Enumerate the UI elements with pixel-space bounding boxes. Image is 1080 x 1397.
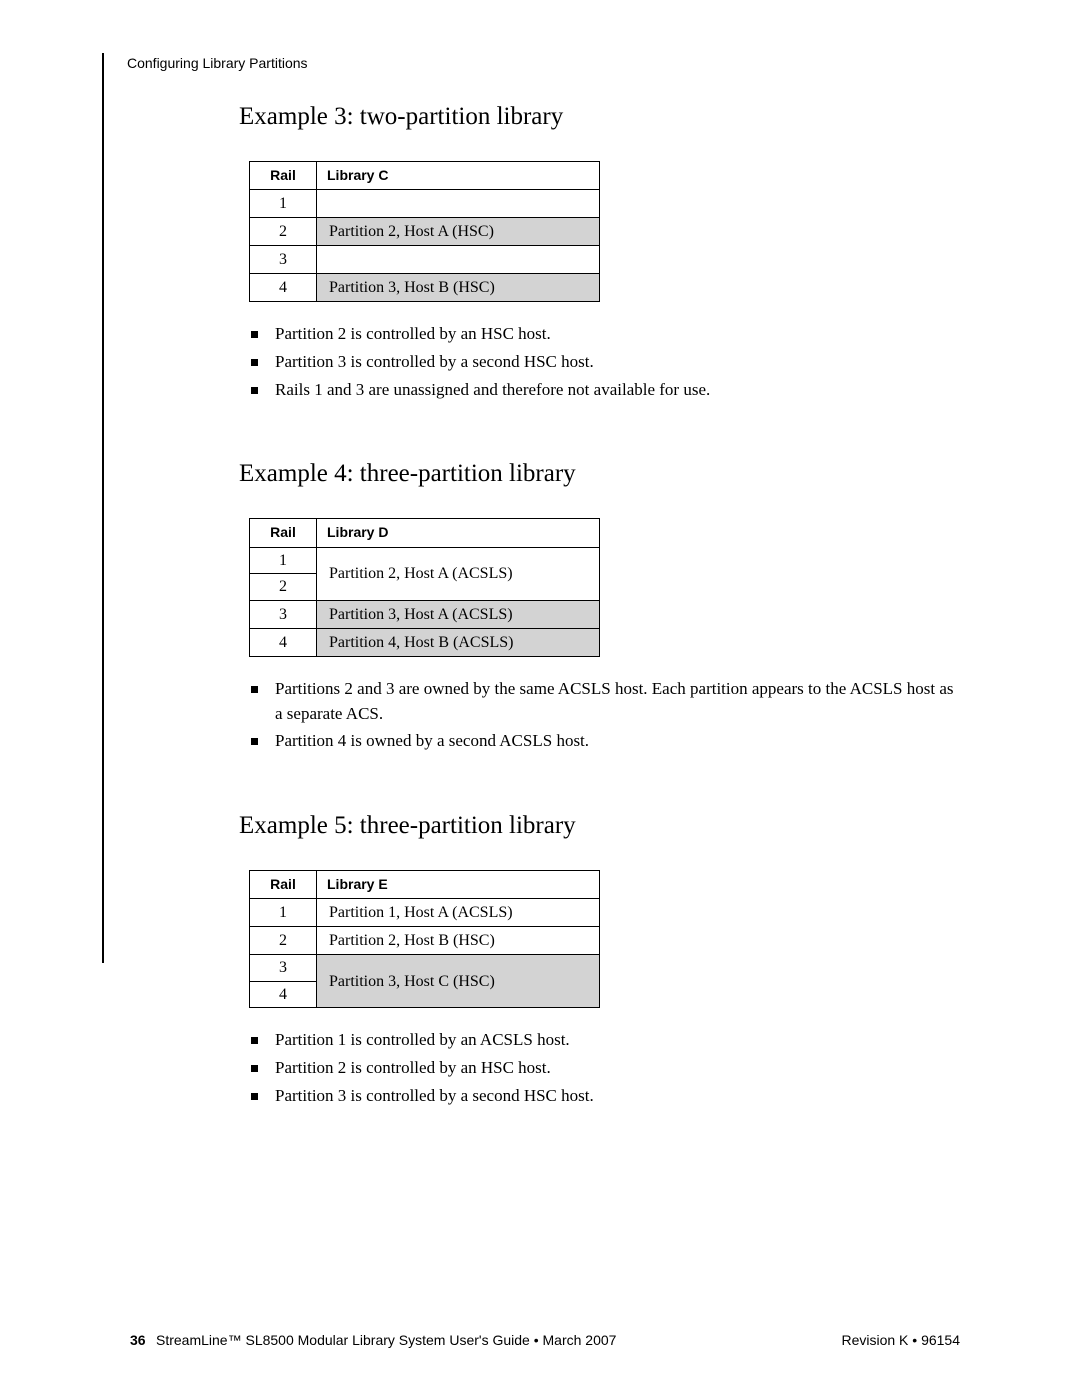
lib-cell: Partition 4, Host B (ACSLS) xyxy=(317,628,600,656)
table-library-e: Rail Library E 1 Partition 1, Host A (AC… xyxy=(249,870,600,1009)
bullet-item: Partition 4 is owned by a second ACSLS h… xyxy=(249,729,959,754)
lib-cell: Partition 3, Host C (HSC) xyxy=(317,955,600,1008)
table-library-c: Rail Library C 1 2 Partition 2, Host A (… xyxy=(249,161,600,302)
section-example-5: Example 5: three-partition library Rail … xyxy=(239,812,959,1109)
content-area: Example 3: two-partition library Rail Li… xyxy=(239,103,959,1111)
page: Configuring Library Partitions Example 3… xyxy=(0,0,1080,1397)
rail-cell: 4 xyxy=(250,981,317,1008)
th-library: Library E xyxy=(317,870,600,898)
th-rail: Rail xyxy=(250,870,317,898)
lib-cell: Partition 3, Host B (HSC) xyxy=(317,274,600,302)
rail-cell: 2 xyxy=(250,927,317,955)
section-example-3: Example 3: two-partition library Rail Li… xyxy=(239,103,959,402)
lib-cell: Partition 3, Host A (ACSLS) xyxy=(317,600,600,628)
table-library-d: Rail Library D 1 Partition 2, Host A (AC… xyxy=(249,518,600,657)
heading-example-3: Example 3: two-partition library xyxy=(239,103,959,131)
heading-example-5: Example 5: three-partition library xyxy=(239,812,959,840)
bullet-item: Partition 2 is controlled by an HSC host… xyxy=(249,1056,959,1081)
section-example-4: Example 4: three-partition library Rail … xyxy=(239,460,959,754)
rail-cell: 3 xyxy=(250,955,317,982)
bullet-item: Partition 3 is controlled by a second HS… xyxy=(249,1084,959,1109)
lib-cell: Partition 2, Host A (ACSLS) xyxy=(317,547,600,600)
rail-cell: 3 xyxy=(250,246,317,274)
lib-cell: Partition 1, Host A (ACSLS) xyxy=(317,899,600,927)
lib-cell xyxy=(317,246,600,274)
rail-cell: 1 xyxy=(250,190,317,218)
th-rail: Rail xyxy=(250,162,317,190)
rail-cell: 1 xyxy=(250,899,317,927)
bullet-item: Partition 1 is controlled by an ACSLS ho… xyxy=(249,1028,959,1053)
footer-title: StreamLine™ SL8500 Modular Library Syste… xyxy=(156,1332,616,1348)
th-rail: Rail xyxy=(250,519,317,547)
bullets-example-3: Partition 2 is controlled by an HSC host… xyxy=(249,322,959,402)
lib-cell: Partition 2, Host A (HSC) xyxy=(317,218,600,246)
rail-cell: 4 xyxy=(250,628,317,656)
lib-cell: Partition 2, Host B (HSC) xyxy=(317,927,600,955)
rail-cell: 4 xyxy=(250,274,317,302)
th-library: Library D xyxy=(317,519,600,547)
footer-revision: Revision K • 96154 xyxy=(841,1332,960,1348)
bullet-item: Partitions 2 and 3 are owned by the same… xyxy=(249,677,959,726)
lib-cell xyxy=(317,190,600,218)
th-library: Library C xyxy=(317,162,600,190)
bullet-item: Partition 2 is controlled by an HSC host… xyxy=(249,322,959,347)
bullet-item: Rails 1 and 3 are unassigned and therefo… xyxy=(249,378,959,403)
page-number: 36 xyxy=(130,1332,146,1348)
side-rule xyxy=(102,53,104,963)
bullet-item: Partition 3 is controlled by a second HS… xyxy=(249,350,959,375)
heading-example-4: Example 4: three-partition library xyxy=(239,460,959,488)
bullets-example-5: Partition 1 is controlled by an ACSLS ho… xyxy=(249,1028,959,1108)
rail-cell: 2 xyxy=(250,574,317,601)
rail-cell: 1 xyxy=(250,547,317,574)
running-head: Configuring Library Partitions xyxy=(127,55,308,71)
rail-cell: 2 xyxy=(250,218,317,246)
bullets-example-4: Partitions 2 and 3 are owned by the same… xyxy=(249,677,959,754)
rail-cell: 3 xyxy=(250,600,317,628)
